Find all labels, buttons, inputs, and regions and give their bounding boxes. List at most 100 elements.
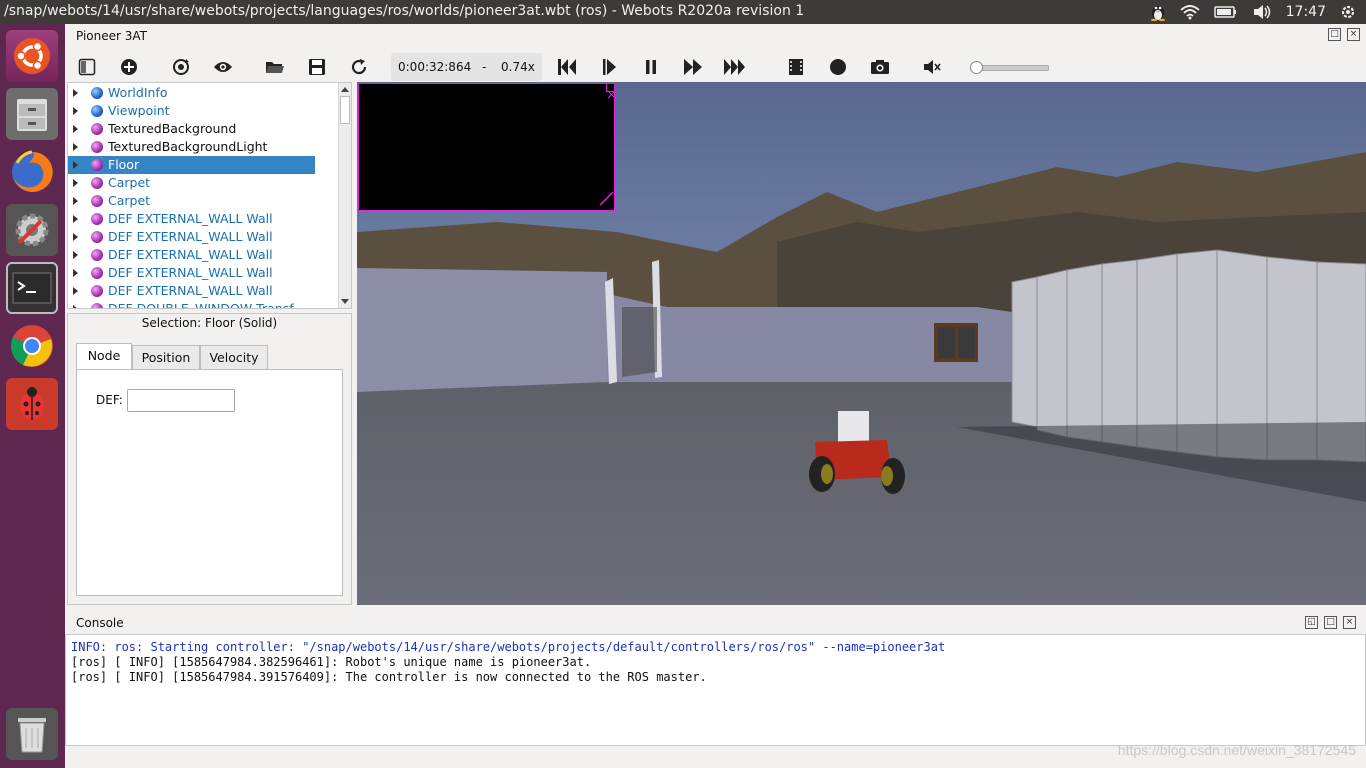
scene-tree-node[interactable]: Carpet: [68, 192, 338, 210]
webots-window: Pioneer 3AT □ × 0:00:32:864 - 0.74x Worl…: [65, 24, 1366, 768]
scene-tree-scrollbar[interactable]: [338, 83, 351, 308]
wifi-icon[interactable]: [1180, 4, 1200, 20]
console-title: Console: [76, 616, 124, 630]
node-type-icon: [91, 123, 103, 135]
console-float-icon[interactable]: ◱: [1305, 616, 1318, 629]
expand-arrow-icon[interactable]: [73, 107, 78, 115]
node-type-icon: [91, 267, 103, 279]
scene-tree[interactable]: WorldInfo Viewpoint TexturedBackground Text…: [67, 82, 352, 309]
simulation-time: 0:00:32:864: [398, 60, 472, 74]
scene-tree-node[interactable]: WorldInfo: [68, 84, 338, 102]
settings-icon[interactable]: [6, 204, 58, 256]
def-input[interactable]: [127, 389, 235, 412]
console-controls: ◱ □ ×: [1305, 616, 1356, 629]
console-output[interactable]: INFO: ros: Starting controller: "/snap/w…: [65, 634, 1366, 746]
save-world-button[interactable]: [304, 54, 330, 80]
expand-arrow-icon[interactable]: [73, 125, 78, 133]
files-icon[interactable]: [6, 88, 58, 140]
add-node-button[interactable]: [116, 54, 142, 80]
step-button[interactable]: [596, 54, 622, 80]
scene-tree-node-label: TexturedBackground: [108, 121, 237, 136]
scene-tree-node[interactable]: TexturedBackgroundLight: [68, 138, 338, 156]
toggle-scene-tree-button[interactable]: [74, 54, 100, 80]
scene-tree-node-label: TexturedBackgroundLight: [108, 139, 268, 154]
chrome-icon[interactable]: [6, 320, 58, 372]
3d-view[interactable]: [357, 82, 1366, 605]
tab-velocity[interactable]: Velocity: [200, 345, 268, 369]
reload-world-button[interactable]: [346, 54, 372, 80]
expand-arrow-icon[interactable]: [73, 161, 78, 169]
close-icon[interactable]: ×: [1347, 28, 1360, 41]
scene-tree-node[interactable]: TexturedBackground: [68, 120, 338, 138]
camera-overlay[interactable]: [358, 83, 616, 211]
expand-arrow-icon[interactable]: [73, 251, 78, 259]
expand-arrow-icon[interactable]: [73, 179, 78, 187]
power-gear-icon[interactable]: [1340, 4, 1356, 20]
webots-bug-icon[interactable]: [6, 378, 58, 430]
node-type-icon: [91, 213, 103, 225]
clock[interactable]: 17:47: [1286, 4, 1326, 20]
overlay-close-icon[interactable]: [606, 83, 616, 99]
eye-icon[interactable]: [210, 54, 236, 80]
scene-tree-node[interactable]: Carpet: [68, 174, 338, 192]
scroll-up-icon[interactable]: [341, 87, 349, 92]
expand-arrow-icon[interactable]: [73, 89, 78, 97]
console-restore-icon[interactable]: □: [1324, 616, 1337, 629]
scene-tree-scroll-thumb[interactable]: [340, 96, 350, 124]
volume-slider-knob[interactable]: [970, 61, 983, 74]
trash-icon[interactable]: [6, 708, 58, 760]
tux-icon[interactable]: [1150, 3, 1166, 21]
scene-tree-node-label: DEF EXTERNAL_WALL Wall: [108, 229, 273, 244]
expand-arrow-icon[interactable]: [73, 269, 78, 277]
node-type-icon: [91, 231, 103, 243]
node-type-icon: [91, 249, 103, 261]
scene-tree-node[interactable]: DEF EXTERNAL_WALL Wall: [68, 228, 338, 246]
watermark-text: https://blog.csdn.net/weixin_38172545: [1117, 742, 1356, 758]
app-title: Pioneer 3AT: [76, 29, 148, 43]
animation-record-button[interactable]: [825, 54, 851, 80]
camera-screenshot-button[interactable]: [867, 54, 893, 80]
reset-view-button[interactable]: [168, 54, 194, 80]
pause-button[interactable]: [638, 54, 664, 80]
mute-icon[interactable]: [919, 54, 945, 80]
toolbar: 0:00:32:864 - 0.74x: [65, 52, 1366, 82]
expand-arrow-icon[interactable]: [73, 287, 78, 295]
expand-arrow-icon[interactable]: [73, 305, 78, 308]
expand-arrow-icon[interactable]: [73, 215, 78, 223]
movie-record-button[interactable]: [783, 54, 809, 80]
fastest-button[interactable]: [722, 54, 748, 80]
terminal-icon[interactable]: [6, 262, 58, 314]
firefox-icon[interactable]: [6, 146, 58, 198]
time-separator: -: [482, 60, 487, 74]
node-type-icon: [91, 303, 103, 308]
run-fast-button[interactable]: [680, 54, 706, 80]
console-line: INFO: ros: Starting controller: "/snap/w…: [71, 640, 946, 654]
scene-tree-node[interactable]: Viewpoint: [68, 102, 338, 120]
scene-tree-node-label: DEF EXTERNAL_WALL Wall: [108, 283, 273, 298]
volume-slider[interactable]: [970, 61, 1049, 74]
simulation-time-display: 0:00:32:864 - 0.74x: [391, 53, 542, 81]
launcher: [0, 24, 65, 768]
reset-simulation-button[interactable]: [554, 54, 580, 80]
scene-tree-node[interactable]: DEF DOUBLE_WINDOW Transf: [68, 300, 338, 309]
volume-icon[interactable]: [1252, 4, 1272, 20]
battery-icon[interactable]: [1213, 5, 1238, 19]
overlay-resize-handle[interactable]: [598, 190, 614, 210]
expand-arrow-icon[interactable]: [73, 143, 78, 151]
ubuntu-logo-icon[interactable]: [6, 30, 58, 82]
expand-arrow-icon[interactable]: [73, 233, 78, 241]
scene-tree-node[interactable]: DEF EXTERNAL_WALL Wall: [68, 282, 338, 300]
tab-position[interactable]: Position: [132, 345, 200, 369]
expand-arrow-icon[interactable]: [73, 197, 78, 205]
scene-tree-node[interactable]: Floor: [68, 156, 315, 174]
scroll-down-icon[interactable]: [341, 299, 349, 304]
scene-tree-node-label: DEF EXTERNAL_WALL Wall: [108, 265, 273, 280]
restore-icon[interactable]: □: [1328, 28, 1341, 41]
scene-tree-node[interactable]: DEF EXTERNAL_WALL Wall: [68, 246, 338, 264]
open-world-button[interactable]: [262, 54, 288, 80]
scene-tree-node-label: DEF DOUBLE_WINDOW Transf: [108, 301, 294, 309]
tab-node[interactable]: Node: [76, 343, 132, 369]
console-close-icon[interactable]: ×: [1343, 616, 1356, 629]
scene-tree-node[interactable]: DEF EXTERNAL_WALL Wall: [68, 210, 338, 228]
scene-tree-node[interactable]: DEF EXTERNAL_WALL Wall: [68, 264, 338, 282]
